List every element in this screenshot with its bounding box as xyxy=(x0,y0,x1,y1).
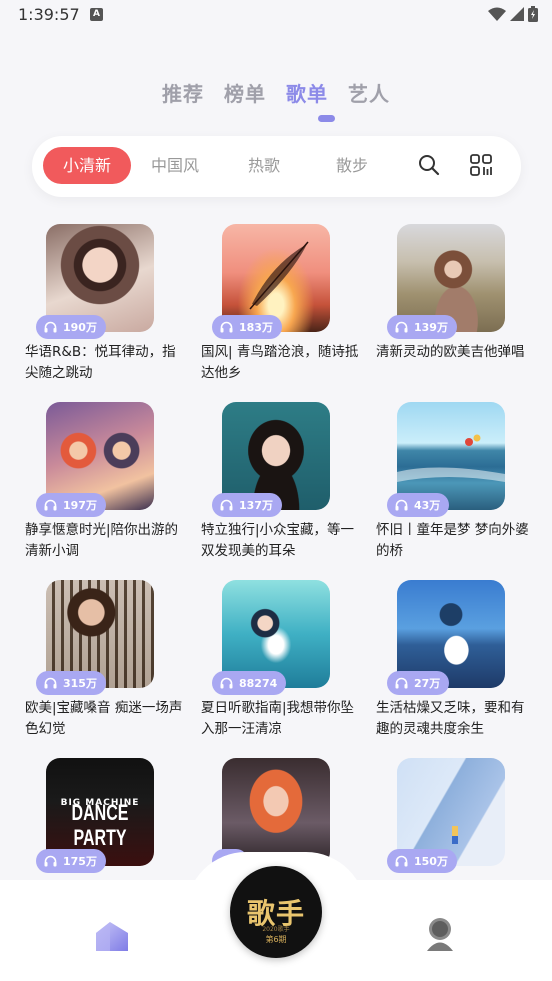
headphone-icon xyxy=(395,855,408,867)
headphone-icon xyxy=(220,321,233,333)
grid-menu-icon[interactable] xyxy=(470,154,492,176)
playlist-title: 生活枯燥又乏味，要和有趣的灵魂共度余生 xyxy=(376,700,525,737)
play-count-badge: 88274 xyxy=(212,671,287,695)
now-playing-disc[interactable]: 歌手 2020歌手 第6期 xyxy=(230,866,322,958)
status-bar: 1:39:57 A xyxy=(0,0,552,34)
headphone-icon xyxy=(44,321,57,333)
filter-chip-fresh[interactable]: 小清新 xyxy=(43,147,131,184)
headphone-icon xyxy=(395,677,408,689)
play-count: 137万 xyxy=(239,499,273,512)
filter-chip-hot-songs[interactable]: 热歌 xyxy=(229,147,299,184)
headphone-icon xyxy=(220,499,233,511)
play-count-badge: 139万 xyxy=(387,315,457,339)
play-count-badge: 43万 xyxy=(387,493,450,517)
play-count-badge: 183万 xyxy=(212,315,282,339)
playlist-grid: 190万 华语R&B：悦耳律动，指尖随之跳动 183万 国风| 青鸟踏沧浪，随诗… xyxy=(0,200,552,880)
headphone-icon xyxy=(44,499,57,511)
play-count-badge: 175万 xyxy=(36,849,106,873)
play-count: 43万 xyxy=(414,499,441,512)
playlist-title: 特立独行|小众宝藏，等一双发现美的耳朵 xyxy=(201,522,355,559)
playlist-title: 静享惬意时光|陪你出游的清新小调 xyxy=(25,522,179,559)
playlist-title: 夏日听歌指南|我想带你坠入那一汪清凉 xyxy=(201,700,355,737)
play-count: 190万 xyxy=(63,321,97,334)
status-icons xyxy=(488,6,538,22)
play-count: 197万 xyxy=(63,499,97,512)
play-count-badge: 197万 xyxy=(36,493,106,517)
now-playing-cover-sub: 第6期 xyxy=(265,935,287,944)
playlist-title: 欧美|宝藏嗓音 痴迷一场声色幻觉 xyxy=(25,700,183,737)
search-icon[interactable] xyxy=(418,154,440,176)
tab-recommend[interactable]: 推荐 xyxy=(162,78,204,107)
now-playing-cover-year: 2020歌手 xyxy=(262,926,290,933)
wifi-icon xyxy=(488,7,506,21)
battery-icon xyxy=(528,6,538,22)
play-count: 175万 xyxy=(63,855,97,868)
play-count: 88274 xyxy=(239,676,278,690)
playlist-title: 怀旧丨童年是梦 梦向外婆的桥 xyxy=(376,522,529,559)
home-icon[interactable] xyxy=(94,920,130,952)
signal-icon xyxy=(510,7,524,21)
tab-artists[interactable]: 艺人 xyxy=(348,78,390,107)
playlist-title: 清新灵动的欧美吉他弹唱 xyxy=(376,344,525,360)
play-count: 150万 xyxy=(414,855,448,868)
tab-charts[interactable]: 榜单 xyxy=(224,78,266,107)
play-count-badge: 315万 xyxy=(36,671,106,695)
tab-indicator xyxy=(318,115,335,122)
headphone-icon xyxy=(395,499,408,511)
status-time: 1:39:57 xyxy=(18,5,80,24)
play-count-badge: 27万 xyxy=(387,671,450,695)
profile-icon[interactable] xyxy=(423,916,457,952)
filter-chip-chinese-style[interactable]: 中国风 xyxy=(140,147,210,184)
play-count: 139万 xyxy=(414,321,448,334)
playlist-title: 国风| 青鸟踏沧浪，随诗抵达他乡 xyxy=(201,344,359,381)
headphone-icon xyxy=(44,677,57,689)
play-count: 27万 xyxy=(414,677,441,690)
play-count: 315万 xyxy=(63,677,97,690)
playlist-title: 华语R&B：悦耳律动，指尖随之跳动 xyxy=(25,344,176,381)
play-count-badge: 137万 xyxy=(212,493,282,517)
headphone-icon xyxy=(44,855,57,867)
play-count: 183万 xyxy=(239,321,273,334)
tab-playlists[interactable]: 歌单 xyxy=(286,78,328,107)
headphone-icon xyxy=(395,321,408,333)
top-tabs: 推荐 榜单 歌单 艺人 xyxy=(0,78,552,107)
filter-bar: 小清新 中国风 热歌 散步 xyxy=(32,136,521,197)
headphone-icon xyxy=(220,677,233,689)
cover-text-big: DANCE PARTY xyxy=(71,801,129,851)
filter-chip-walking[interactable]: 散步 xyxy=(317,147,387,184)
play-count-badge: 190万 xyxy=(36,315,106,339)
notification-a-icon: A xyxy=(90,8,103,21)
play-count-badge: 150万 xyxy=(387,849,457,873)
